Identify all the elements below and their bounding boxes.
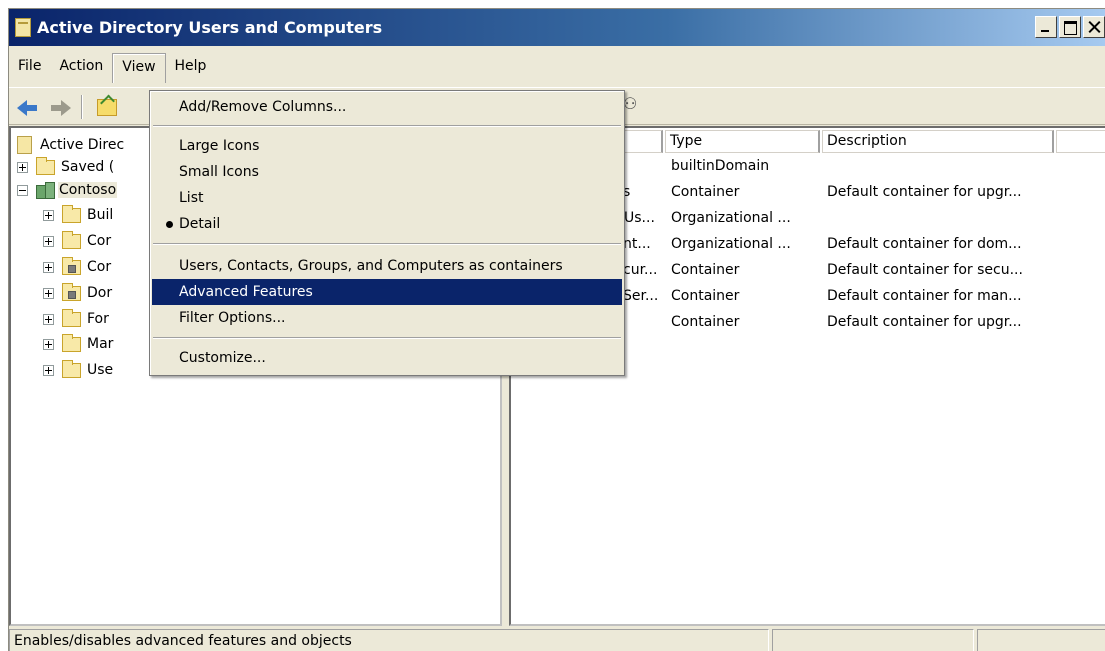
tree-item-child[interactable]: For bbox=[43, 308, 109, 330]
menu-item-label: Detail bbox=[179, 216, 221, 232]
window-title: Active Directory Users and Computers bbox=[37, 18, 383, 37]
collapse-icon[interactable] bbox=[17, 184, 28, 196]
menu-item-users-as-containers[interactable]: Users, Contacts, Groups, and Computers a… bbox=[152, 253, 622, 279]
expand-icon[interactable] bbox=[43, 261, 54, 273]
menu-view[interactable]: View bbox=[112, 53, 166, 83]
menu-separator bbox=[153, 125, 621, 127]
expand-icon[interactable] bbox=[43, 313, 54, 325]
folder-icon bbox=[36, 156, 55, 175]
tree-item-child[interactable]: Cor bbox=[43, 256, 111, 278]
expand-icon[interactable] bbox=[17, 161, 28, 173]
menu-item-small-icons[interactable]: Small Icons bbox=[152, 159, 622, 185]
expand-icon[interactable] bbox=[43, 235, 54, 247]
status-bar: Enables/disables advanced features and o… bbox=[9, 627, 1105, 651]
row-description: Default container for secu... bbox=[827, 262, 1023, 278]
menu-item-customize[interactable]: Customize... bbox=[152, 345, 622, 371]
title-bar[interactable]: Active Directory Users and Computers bbox=[9, 9, 1105, 46]
menu-item-add-remove-columns[interactable]: Add/Remove Columns... bbox=[152, 94, 622, 120]
menu-item-detail[interactable]: Detail bbox=[152, 211, 622, 237]
tree-item-child[interactable]: Buil bbox=[43, 204, 113, 226]
folder-icon bbox=[62, 230, 81, 249]
row-type: Container bbox=[671, 262, 740, 278]
menu-action[interactable]: Action bbox=[50, 54, 112, 78]
domain-icon bbox=[36, 181, 55, 199]
row-type: Organizational ... bbox=[671, 236, 791, 252]
expand-icon[interactable] bbox=[43, 338, 54, 350]
toolbar-separator bbox=[81, 95, 83, 119]
ou-folder-icon bbox=[62, 282, 81, 301]
tree-item-label: Active Direc bbox=[40, 137, 125, 153]
menu-item-advanced-features[interactable]: Advanced Features bbox=[152, 279, 622, 305]
tree-item-label: Cor bbox=[87, 259, 112, 275]
row-type: Container bbox=[671, 314, 740, 330]
column-header-filler bbox=[1056, 130, 1105, 153]
snapin-icon bbox=[17, 136, 32, 154]
menu-item-filter-options[interactable]: Filter Options... bbox=[152, 305, 622, 331]
tree-item-label: Contoso bbox=[58, 182, 118, 198]
folder-icon bbox=[62, 204, 81, 223]
tree-item-label: Buil bbox=[87, 207, 114, 223]
radio-bullet-icon bbox=[166, 221, 173, 228]
tree-item-label: For bbox=[87, 311, 109, 327]
maximize-button[interactable] bbox=[1059, 16, 1081, 38]
status-panel-3 bbox=[977, 629, 1105, 651]
tree-item-label: Saved ( bbox=[61, 159, 115, 175]
back-arrow-icon[interactable] bbox=[15, 96, 39, 118]
minimize-button[interactable] bbox=[1035, 16, 1057, 38]
tree-item-root[interactable]: Active Direc bbox=[17, 134, 124, 156]
menu-help[interactable]: Help bbox=[166, 54, 216, 78]
tree-item-label: Dor bbox=[87, 285, 113, 301]
menu-item-large-icons[interactable]: Large Icons bbox=[152, 133, 622, 159]
row-type: Container bbox=[671, 288, 740, 304]
up-folder-icon[interactable] bbox=[97, 99, 117, 116]
caption-buttons bbox=[1035, 16, 1105, 38]
row-type: Container bbox=[671, 184, 740, 200]
row-type: builtinDomain bbox=[671, 158, 770, 174]
row-description: Default container for upgr... bbox=[827, 184, 1022, 200]
tree-item-label: Cor bbox=[87, 233, 112, 249]
ou-folder-icon bbox=[62, 256, 81, 275]
menu-separator bbox=[153, 243, 621, 245]
row-name: Us... bbox=[624, 210, 655, 226]
tree-item-label: Mar bbox=[87, 336, 114, 352]
status-panel-2 bbox=[772, 629, 974, 651]
expand-icon[interactable] bbox=[43, 287, 54, 299]
row-name: cur... bbox=[623, 262, 658, 278]
expand-icon[interactable] bbox=[43, 364, 54, 376]
expand-icon[interactable] bbox=[43, 209, 54, 221]
app-icon bbox=[15, 18, 31, 37]
tree-item-child[interactable]: Use bbox=[43, 359, 113, 381]
row-name: Ser... bbox=[623, 288, 659, 304]
row-description: Default container for upgr... bbox=[827, 314, 1022, 330]
tree-item-label: Use bbox=[87, 362, 114, 378]
folder-icon bbox=[62, 359, 81, 378]
row-description: Default container for dom... bbox=[827, 236, 1022, 252]
folder-icon bbox=[62, 308, 81, 327]
status-text: Enables/disables advanced features and o… bbox=[9, 629, 769, 651]
close-button[interactable] bbox=[1083, 16, 1105, 38]
tree-item-saved-queries[interactable]: Saved ( bbox=[17, 156, 114, 178]
tree-item-child[interactable]: Mar bbox=[43, 333, 113, 355]
tree-item-child[interactable]: Cor bbox=[43, 230, 111, 252]
folder-icon bbox=[62, 333, 81, 352]
tree-item-domain[interactable]: Contoso bbox=[17, 179, 118, 201]
view-menu-dropdown: Add/Remove Columns... Large Icons Small … bbox=[149, 90, 625, 376]
column-header-description[interactable]: Description bbox=[822, 130, 1054, 153]
menu-bar: File Action View Help bbox=[9, 50, 1105, 83]
find-users-icon[interactable]: ⚇ bbox=[623, 94, 647, 116]
row-type: Organizational ... bbox=[671, 210, 791, 226]
row-description: Default container for man... bbox=[827, 288, 1022, 304]
row-name: nt... bbox=[623, 236, 651, 252]
menu-item-list[interactable]: List bbox=[152, 185, 622, 211]
column-header-type[interactable]: Type bbox=[665, 130, 820, 153]
main-window: Active Directory Users and Computers Fil… bbox=[8, 8, 1105, 651]
menu-file[interactable]: File bbox=[9, 54, 50, 78]
tree-item-child[interactable]: Dor bbox=[43, 282, 112, 304]
forward-arrow-icon[interactable] bbox=[49, 96, 73, 118]
menu-separator bbox=[153, 337, 621, 339]
